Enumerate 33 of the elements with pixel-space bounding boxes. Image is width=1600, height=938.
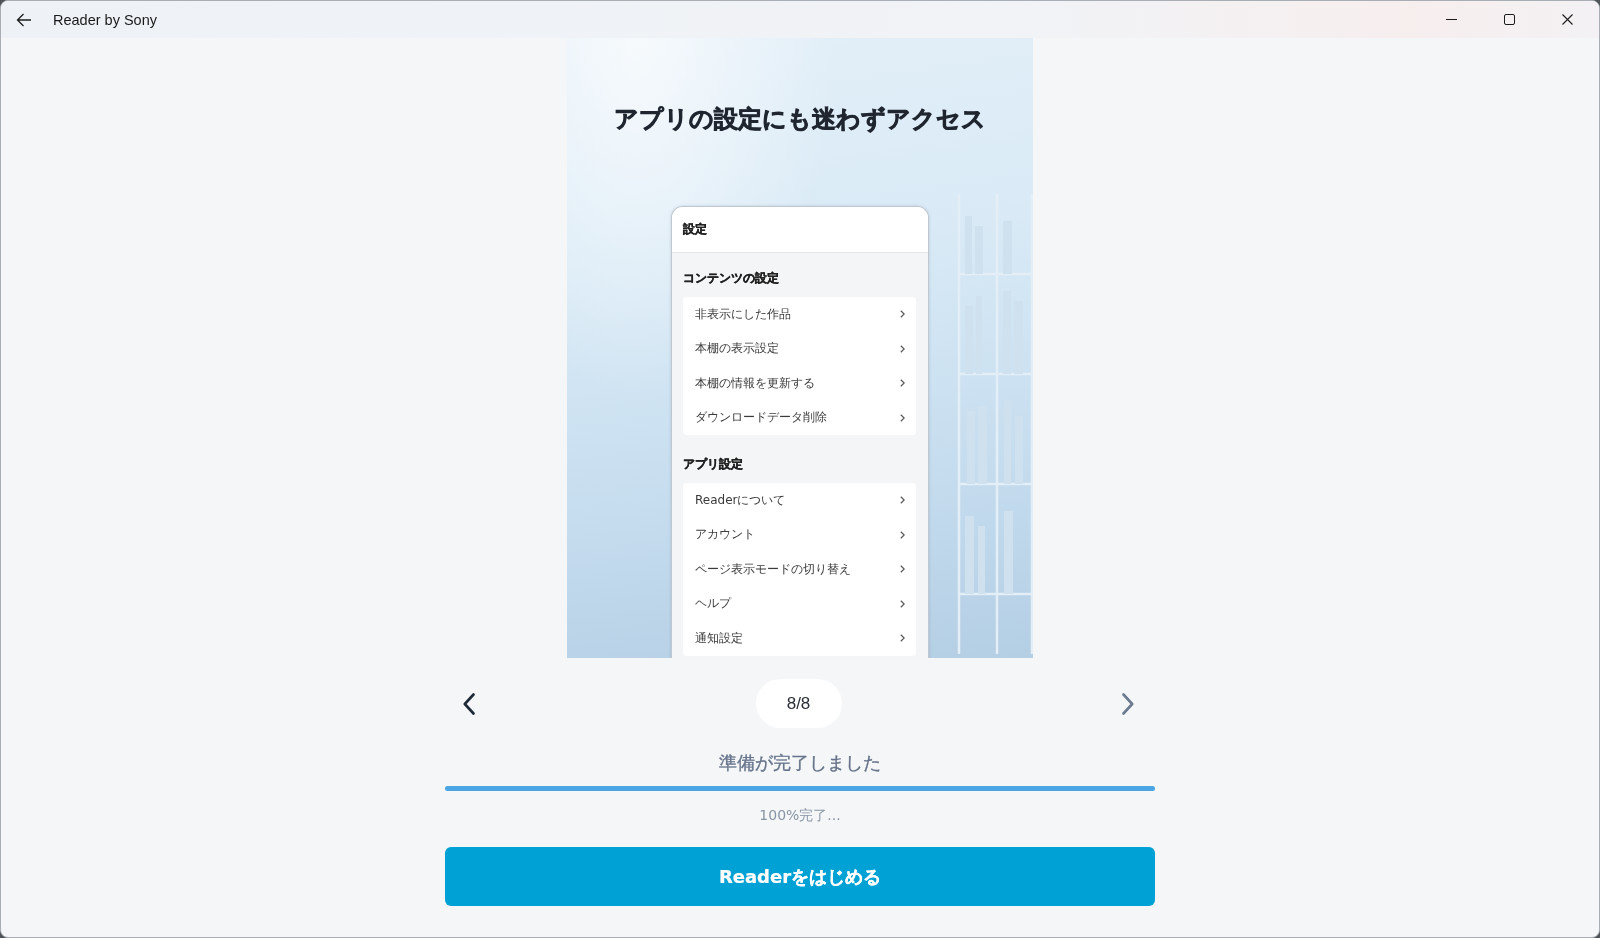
menu-item-label: ページ表示モードの切り替え [695,560,851,578]
menu-item-label: ヘルプ [695,595,731,613]
chevron-right-icon [900,496,905,505]
progress-text: 100%完了... [759,806,841,825]
chevron-right-icon [900,565,905,574]
minimize-icon [1445,19,1457,20]
chevron-right-icon [900,310,905,319]
menu-item-label: 本棚の情報を更新する [695,374,815,392]
status-text: 準備が完了しました [719,752,881,775]
start-button[interactable]: Readerをはじめる [445,847,1155,906]
chevron-left-icon [463,692,475,715]
chevron-right-icon [900,634,905,643]
chevron-right-icon [900,344,905,353]
chevron-right-icon [900,379,905,388]
close-icon [1561,14,1573,25]
chevron-right-icon [1122,692,1134,715]
section-heading: アプリ設定 [682,456,744,473]
slide-heading: アプリの設定にも迷わずアクセス [614,104,986,135]
back-arrow-icon [16,12,32,27]
maximize-icon [1503,14,1515,25]
window-title: Reader by Sony [53,11,157,28]
section-heading: コンテンツの設定 [682,270,780,287]
chevron-right-icon [900,530,905,539]
menu-item-label: アカウント [695,526,755,544]
menu-item-label: Readerについて [695,491,786,509]
page-counter: 8/8 [755,679,842,728]
menu-item-label: ダウンロードデータ削除 [695,409,827,427]
menu-item-label: 非表示にした作品 [695,305,791,323]
menu-item-label: 本棚の表示設定 [695,340,779,358]
chevron-right-icon [900,413,905,422]
chevron-right-icon [900,599,905,608]
menu-item-label: 通知設定 [695,629,743,647]
screen-title: 設定 [672,207,928,253]
